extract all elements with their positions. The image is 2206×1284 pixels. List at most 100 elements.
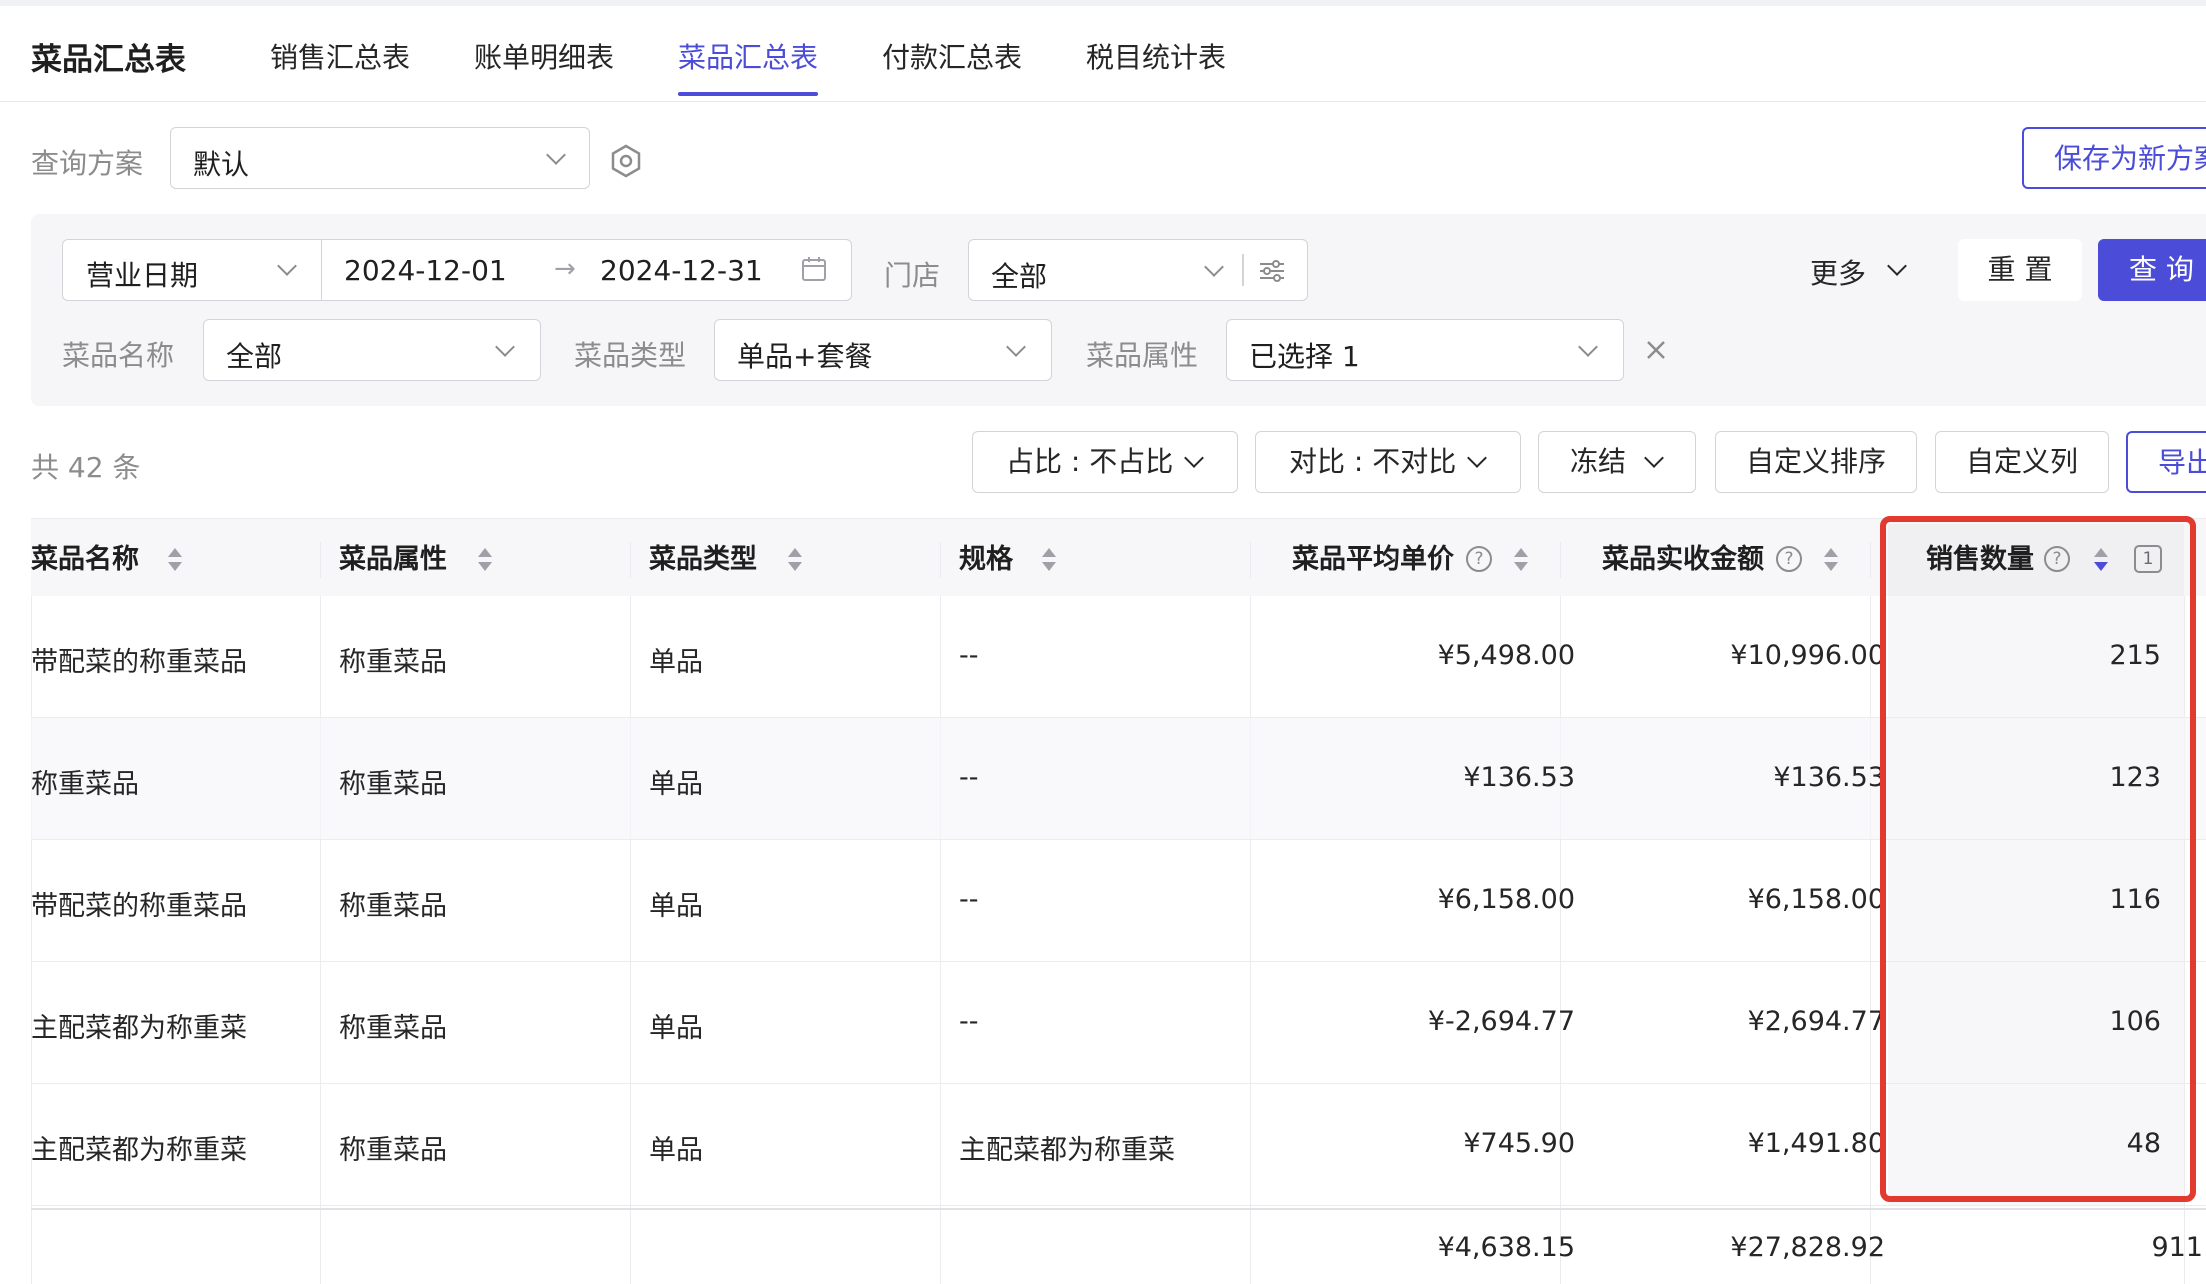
col-avg-price-label: 菜品平均单价: [1292, 544, 1454, 575]
cell-spec: --: [959, 640, 979, 671]
report-page: { "header":{ "title":"菜品汇总表", "tabs":[ {…: [0, 0, 2206, 1284]
cell-spec: --: [959, 762, 979, 793]
custom-columns-button[interactable]: 自定义列: [1935, 431, 2109, 493]
select-divider: [1242, 254, 1244, 286]
chevron-down-icon: [1644, 448, 1664, 468]
cell-avg-price: ¥5,498.00: [1437, 640, 1575, 671]
dish-name-value: 全部: [226, 340, 283, 373]
cell-amount: ¥136.53: [1773, 762, 1885, 793]
export-button[interactable]: 导出: [2126, 431, 2206, 493]
dish-type-select[interactable]: 单品+套餐: [714, 319, 1052, 381]
date-start-input[interactable]: 2024-12-01: [344, 254, 507, 287]
col-dish-type-label: 菜品类型: [649, 544, 757, 575]
dish-attr-select[interactable]: 已选择 1: [1226, 319, 1624, 381]
cell-dish-attr: 称重菜品: [339, 1013, 447, 1044]
tab-tax-stats[interactable]: 税目统计表: [1086, 36, 1226, 76]
date-arrow: →: [554, 254, 576, 284]
chevron-down-icon: [1006, 337, 1026, 357]
cell-spec: --: [959, 1006, 979, 1037]
col-spec[interactable]: 规格: [959, 524, 1013, 596]
help-icon[interactable]: ?: [1776, 546, 1802, 572]
chevron-down-icon: [546, 145, 566, 165]
tab-dish-summary[interactable]: 菜品汇总表: [678, 36, 818, 76]
summary-amount: ¥27,828.92: [1730, 1232, 1885, 1263]
cell-dish-name: 带配菜的称重菜品: [31, 891, 247, 922]
cell-avg-price: ¥6,158.00: [1437, 884, 1575, 915]
chevron-down-icon: [1467, 448, 1487, 468]
tab-payment-summary[interactable]: 付款汇总表: [882, 36, 1022, 76]
col-dish-attr-label: 菜品属性: [339, 544, 447, 575]
dish-type-label: 菜品类型: [574, 339, 687, 372]
search-button[interactable]: 查 询: [2098, 239, 2206, 301]
chevron-down-icon: [1204, 257, 1224, 277]
date-divider: [321, 240, 322, 300]
store-select[interactable]: 全部: [968, 239, 1308, 301]
col-dish-name[interactable]: 菜品名称: [31, 524, 139, 596]
col-avg-price[interactable]: 菜品平均单价: [1292, 524, 1454, 596]
save-new-plan-button[interactable]: 保存为新方案: [2022, 127, 2206, 189]
sort-icon[interactable]: [478, 547, 492, 573]
col-divider: [1560, 542, 1561, 578]
settings-icon[interactable]: [608, 143, 644, 179]
sort-icon[interactable]: [788, 547, 802, 573]
page-title: 菜品汇总表: [31, 42, 186, 78]
cell-amount: ¥1,491.80: [1747, 1128, 1885, 1159]
sort-icon[interactable]: [1514, 547, 1528, 573]
col-amount[interactable]: 菜品实收金额: [1602, 524, 1764, 596]
cell-dish-type: 单品: [649, 1013, 703, 1044]
cell-avg-price: ¥136.53: [1463, 762, 1575, 793]
dish-name-label: 菜品名称: [62, 339, 175, 372]
sliders-icon[interactable]: [1257, 256, 1287, 286]
col-divider: [1870, 542, 1871, 578]
chevron-down-icon: [1578, 337, 1598, 357]
store-label: 门店: [884, 259, 941, 292]
cell-dish-attr: 称重菜品: [339, 1135, 447, 1166]
more-label: 更多: [1810, 257, 1867, 290]
cell-dish-type: 单品: [649, 769, 703, 800]
reset-button[interactable]: 重 置: [1958, 239, 2082, 301]
active-tab-indicator: [678, 92, 818, 96]
col-divider: [1250, 542, 1251, 578]
summary-avg-price: ¥4,638.15: [1437, 1232, 1575, 1263]
clear-icon[interactable]: [1644, 338, 1668, 362]
freeze-dropdown[interactable]: 冻结: [1538, 431, 1696, 493]
dish-name-select[interactable]: 全部: [203, 319, 541, 381]
col-dish-type[interactable]: 菜品类型: [649, 524, 757, 596]
col-dish-name-label: 菜品名称: [31, 544, 139, 575]
sort-icon[interactable]: [168, 547, 182, 573]
cell-dish-name: 主配菜都为称重菜: [31, 1013, 247, 1044]
help-icon[interactable]: ?: [1466, 546, 1492, 572]
tab-bill-detail[interactable]: 账单明细表: [474, 36, 614, 76]
query-plan-select[interactable]: 默认: [170, 127, 590, 189]
calendar-icon[interactable]: [800, 255, 828, 283]
chevron-down-icon: [277, 256, 297, 276]
cell-avg-price: ¥-2,694.77: [1427, 1006, 1575, 1037]
freeze-label: 冻结: [1570, 445, 1627, 478]
dish-type-value: 单品+套餐: [737, 340, 873, 373]
sort-icon[interactable]: [1042, 547, 1056, 573]
cell-avg-price: ¥745.90: [1463, 1128, 1575, 1159]
date-end-input[interactable]: 2024-12-31: [600, 254, 763, 287]
more-filters-toggle[interactable]: 更多: [1810, 252, 1866, 292]
total-count: 共 42 条: [31, 451, 141, 484]
date-type-value: 营业日期: [86, 259, 199, 292]
col-divider: [940, 542, 941, 578]
col-divider: [320, 542, 321, 578]
compare-dropdown[interactable]: 对比 : 不对比: [1255, 431, 1521, 493]
sort-icon[interactable]: [1824, 547, 1838, 573]
summary-sales-qty: 911: [2151, 1232, 2203, 1263]
tab-sales-summary[interactable]: 销售汇总表: [270, 36, 410, 76]
dish-attr-label: 菜品属性: [1086, 339, 1199, 372]
col-dish-attr[interactable]: 菜品属性: [339, 524, 447, 596]
highlight-box: [1880, 516, 2196, 1202]
cell-dish-attr: 称重菜品: [339, 647, 447, 678]
date-type-select[interactable]: 营业日期: [62, 239, 322, 301]
cell-amount: ¥10,996.00: [1730, 640, 1885, 671]
summary-row: ¥4,638.15 ¥27,828.92 911: [31, 1210, 2206, 1284]
store-value: 全部: [991, 260, 1048, 293]
cell-spec: 主配菜都为称重菜: [959, 1135, 1175, 1166]
custom-sort-button[interactable]: 自定义排序: [1715, 431, 1917, 493]
ratio-dropdown[interactable]: 占比 : 不占比: [972, 431, 1238, 493]
cell-dish-type: 单品: [649, 647, 703, 678]
dish-attr-value: 已选择 1: [1249, 340, 1360, 373]
